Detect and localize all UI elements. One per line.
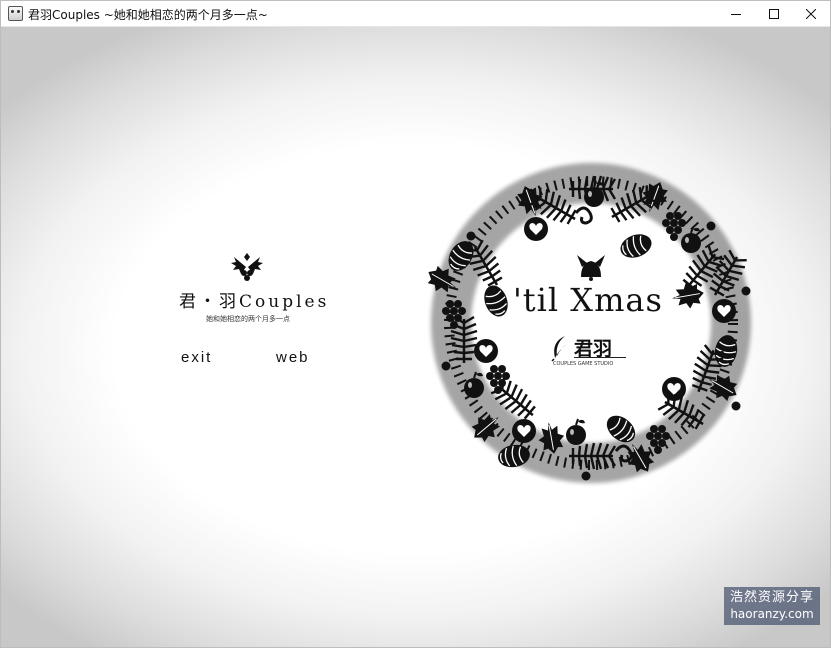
minimize-icon — [731, 13, 741, 15]
studio-logo-subtext: COUPLES GAME STUDIO — [553, 361, 614, 367]
maximize-icon — [769, 8, 779, 19]
game-subtitle: 她和她相恋的两个月多一点 — [206, 315, 290, 323]
maximize-button[interactable] — [755, 1, 793, 26]
watermark-line1: 浩然资源分享 — [729, 590, 814, 605]
feather-icon — [551, 336, 567, 362]
close-button[interactable] — [792, 1, 830, 26]
web-button[interactable]: web — [276, 349, 310, 366]
holly-logo-icon — [231, 253, 263, 281]
close-icon — [806, 8, 816, 19]
window-title: 君羽Couples ~她和她相恋的两个月多一点~ — [28, 8, 268, 22]
watermark: 浩然资源分享 haoranzy.com — [724, 587, 820, 625]
title-bar[interactable]: 君羽Couples ~她和她相恋的两个月多一点~ — [1, 1, 830, 27]
game-window: 君羽Couples ~她和她相恋的两个月多一点~ 君・羽Couples 她和她相… — [0, 0, 831, 648]
christmas-wreath-image — [426, 163, 751, 483]
app-icon — [8, 6, 23, 21]
studio-logo-underline — [574, 357, 626, 358]
exit-button[interactable]: exit — [181, 349, 212, 366]
watermark-line2: haoranzy.com — [730, 607, 814, 621]
game-logo-text: 君・羽Couples — [179, 292, 330, 312]
til-xmas-heading: 'til Xmas — [513, 281, 663, 319]
minimize-button[interactable] — [717, 1, 755, 26]
